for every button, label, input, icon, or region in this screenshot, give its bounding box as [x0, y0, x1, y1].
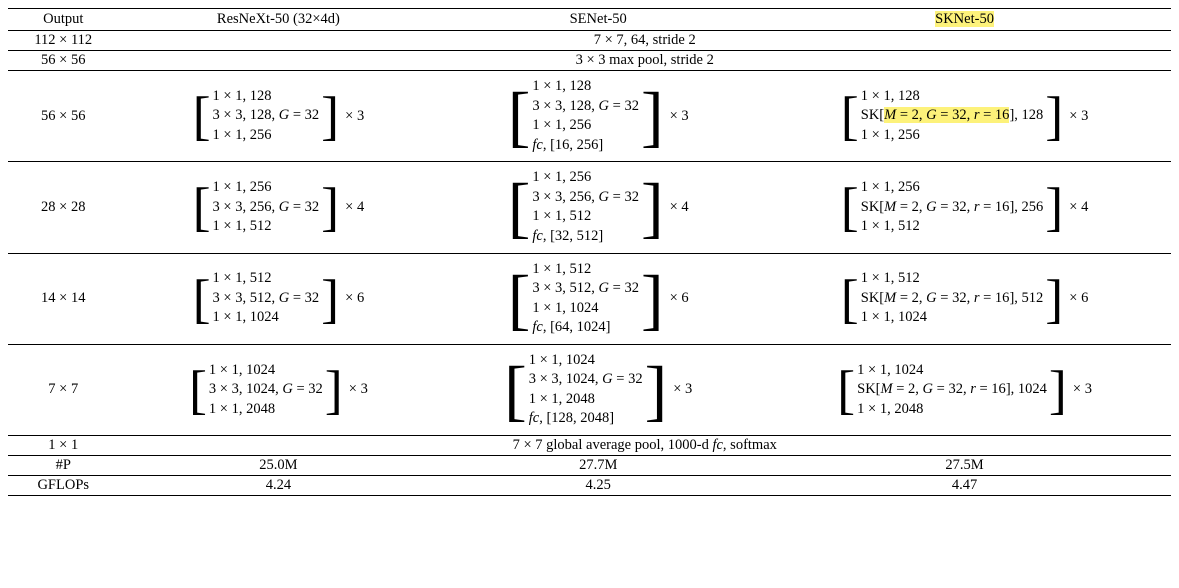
header-sknet-highlight: SKNet-50	[935, 11, 994, 27]
cell-text: 1 × 1, 512	[861, 217, 920, 237]
cell-text: 1 × 1, 256	[213, 126, 272, 146]
sknet-28-block: [ 1 × 1, 256 SK[M = 2, G = 32, r = 16], …	[758, 162, 1171, 253]
cell-text: fc, [32, 512]	[532, 227, 603, 247]
repeat-count: × 3	[349, 381, 368, 398]
out-112: 112 × 112	[8, 31, 118, 51]
cell-text: SK[M = 2, G = 32, r = 16], 128	[861, 106, 1044, 126]
cell-text: 1 × 1, 256	[532, 168, 591, 188]
params-resnext: 25.0M	[118, 456, 438, 476]
stem-conv: 7 × 7, 64, stride 2	[118, 31, 1171, 51]
repeat-count: × 6	[345, 290, 364, 307]
senet-56-block: [ 1 × 1, 128 3 × 3, 128, G = 32 1 × 1, 2…	[438, 71, 758, 162]
params-senet: 27.7M	[438, 456, 758, 476]
cell-text: 1 × 1, 256	[532, 116, 591, 136]
gflops-label: GFLOPs	[8, 476, 118, 496]
resnext-14-block: [ 1 × 1, 512 3 × 3, 512, G = 32 1 × 1, 1…	[118, 253, 438, 344]
cell-text: 1 × 1, 1024	[529, 351, 595, 371]
out-56: 56 × 56	[8, 71, 118, 162]
gflops-resnext: 4.24	[118, 476, 438, 496]
out-14: 14 × 14	[8, 253, 118, 344]
sknet-7-block: [ 1 × 1, 1024 SK[M = 2, G = 32, r = 16],…	[758, 344, 1171, 435]
cell-text: 1 × 1, 1024	[532, 299, 598, 319]
cell-text: 1 × 1, 1024	[213, 308, 279, 328]
sknet-56-block: [ 1 × 1, 128 SK[M = 2, G = 32, r = 16], …	[758, 71, 1171, 162]
header-sknet: SKNet-50	[758, 9, 1171, 31]
cell-text: SK[M = 2, G = 32, r = 16], 1024	[857, 380, 1047, 400]
cell-text: 1 × 1, 512	[213, 269, 272, 289]
cell-text: 1 × 1, 128	[532, 77, 591, 97]
cell-text: 1 × 1, 256	[861, 178, 920, 198]
cell-text: 1 × 1, 512	[213, 217, 272, 237]
cell-text: 1 × 1, 256	[861, 126, 920, 146]
repeat-count: × 3	[670, 108, 689, 125]
out-1: 1 × 1	[8, 436, 118, 456]
repeat-count: × 4	[670, 199, 689, 216]
repeat-count: × 3	[1069, 108, 1088, 125]
out-7: 7 × 7	[8, 344, 118, 435]
cell-text: 1 × 1, 256	[213, 178, 272, 198]
row-params: #P 25.0M 27.7M 27.5M	[8, 456, 1171, 476]
repeat-count: × 3	[345, 108, 364, 125]
header-output: Output	[8, 9, 118, 31]
header-resnext: ResNeXt-50 (32×4d)	[118, 9, 438, 31]
resnext-7-block: [ 1 × 1, 1024 3 × 3, 1024, G = 32 1 × 1,…	[118, 344, 438, 435]
params-label: #P	[8, 456, 118, 476]
cell-text: SK[M = 2, G = 32, r = 16], 256	[861, 198, 1044, 218]
cell-text: 3 × 3, 512, G = 32	[213, 289, 320, 309]
cell-text: fc, [128, 2048]	[529, 409, 614, 429]
row-112: 112 × 112 7 × 7, 64, stride 2	[8, 31, 1171, 51]
resnext-28-block: [ 1 × 1, 256 3 × 3, 256, G = 32 1 × 1, 5…	[118, 162, 438, 253]
senet-14-block: [ 1 × 1, 512 3 × 3, 512, G = 32 1 × 1, 1…	[438, 253, 758, 344]
cell-text: 3 × 3, 512, G = 32	[532, 279, 639, 299]
cell-text: 1 × 1, 2048	[857, 400, 923, 420]
cell-text: 1 × 1, 2048	[209, 400, 275, 420]
params-sknet: 27.5M	[758, 456, 1171, 476]
row-7: 7 × 7 [ 1 × 1, 1024 3 × 3, 1024, G = 32 …	[8, 344, 1171, 435]
cell-text: 3 × 3, 256, G = 32	[213, 198, 320, 218]
table-header-row: Output ResNeXt-50 (32×4d) SENet-50 SKNet…	[8, 9, 1171, 31]
cell-text: 1 × 1, 2048	[529, 390, 595, 410]
repeat-count: × 6	[1069, 290, 1088, 307]
cell-text: 1 × 1, 128	[861, 87, 920, 107]
cell-text: 3 × 3, 128, G = 32	[213, 106, 320, 126]
header-senet: SENet-50	[438, 9, 758, 31]
cell-text: 1 × 1, 512	[532, 207, 591, 227]
cell-text: 3 × 3, 1024, G = 32	[529, 370, 643, 390]
cell-text: 1 × 1, 1024	[857, 361, 923, 381]
row-14: 14 × 14 [ 1 × 1, 512 3 × 3, 512, G = 32 …	[8, 253, 1171, 344]
cell-text: 1 × 1, 512	[532, 260, 591, 280]
row-56-pool: 56 × 56 3 × 3 max pool, stride 2	[8, 51, 1171, 71]
repeat-count: × 3	[673, 381, 692, 398]
cell-text: 1 × 1, 128	[213, 87, 272, 107]
sknet-14-block: [ 1 × 1, 512 SK[M = 2, G = 32, r = 16], …	[758, 253, 1171, 344]
repeat-count: × 4	[1069, 199, 1088, 216]
maxpool: 3 × 3 max pool, stride 2	[118, 51, 1171, 71]
cell-text: 3 × 3, 256, G = 32	[532, 188, 639, 208]
resnext-56-block: [ 1 × 1, 128 3 × 3, 128, G = 32 1 × 1, 2…	[118, 71, 438, 162]
cell-text: 1 × 1, 1024	[209, 361, 275, 381]
cell-text: fc, [64, 1024]	[532, 318, 610, 338]
architecture-table: Output ResNeXt-50 (32×4d) SENet-50 SKNet…	[8, 8, 1171, 496]
gflops-sknet: 4.47	[758, 476, 1171, 496]
cell-text: 1 × 1, 1024	[861, 308, 927, 328]
repeat-count: × 4	[345, 199, 364, 216]
senet-28-block: [ 1 × 1, 256 3 × 3, 256, G = 32 1 × 1, 5…	[438, 162, 758, 253]
global-pool-fc: 7 × 7 global average pool, 1000-d fc, so…	[118, 436, 1171, 456]
gflops-senet: 4.25	[438, 476, 758, 496]
repeat-count: × 3	[1073, 381, 1092, 398]
cell-text: fc, [16, 256]	[532, 136, 603, 156]
out-28: 28 × 28	[8, 162, 118, 253]
cell-text: SK[M = 2, G = 32, r = 16], 512	[861, 289, 1044, 309]
row-gflops: GFLOPs 4.24 4.25 4.47	[8, 476, 1171, 496]
repeat-count: × 6	[670, 290, 689, 307]
cell-text: 3 × 3, 1024, G = 32	[209, 380, 323, 400]
cell-text: 1 × 1, 512	[861, 269, 920, 289]
out-56-pool: 56 × 56	[8, 51, 118, 71]
row-28: 28 × 28 [ 1 × 1, 256 3 × 3, 256, G = 32 …	[8, 162, 1171, 253]
row-56: 56 × 56 [ 1 × 1, 128 3 × 3, 128, G = 32 …	[8, 71, 1171, 162]
senet-7-block: [ 1 × 1, 1024 3 × 3, 1024, G = 32 1 × 1,…	[438, 344, 758, 435]
row-1: 1 × 1 7 × 7 global average pool, 1000-d …	[8, 436, 1171, 456]
cell-text: 3 × 3, 128, G = 32	[532, 97, 639, 117]
